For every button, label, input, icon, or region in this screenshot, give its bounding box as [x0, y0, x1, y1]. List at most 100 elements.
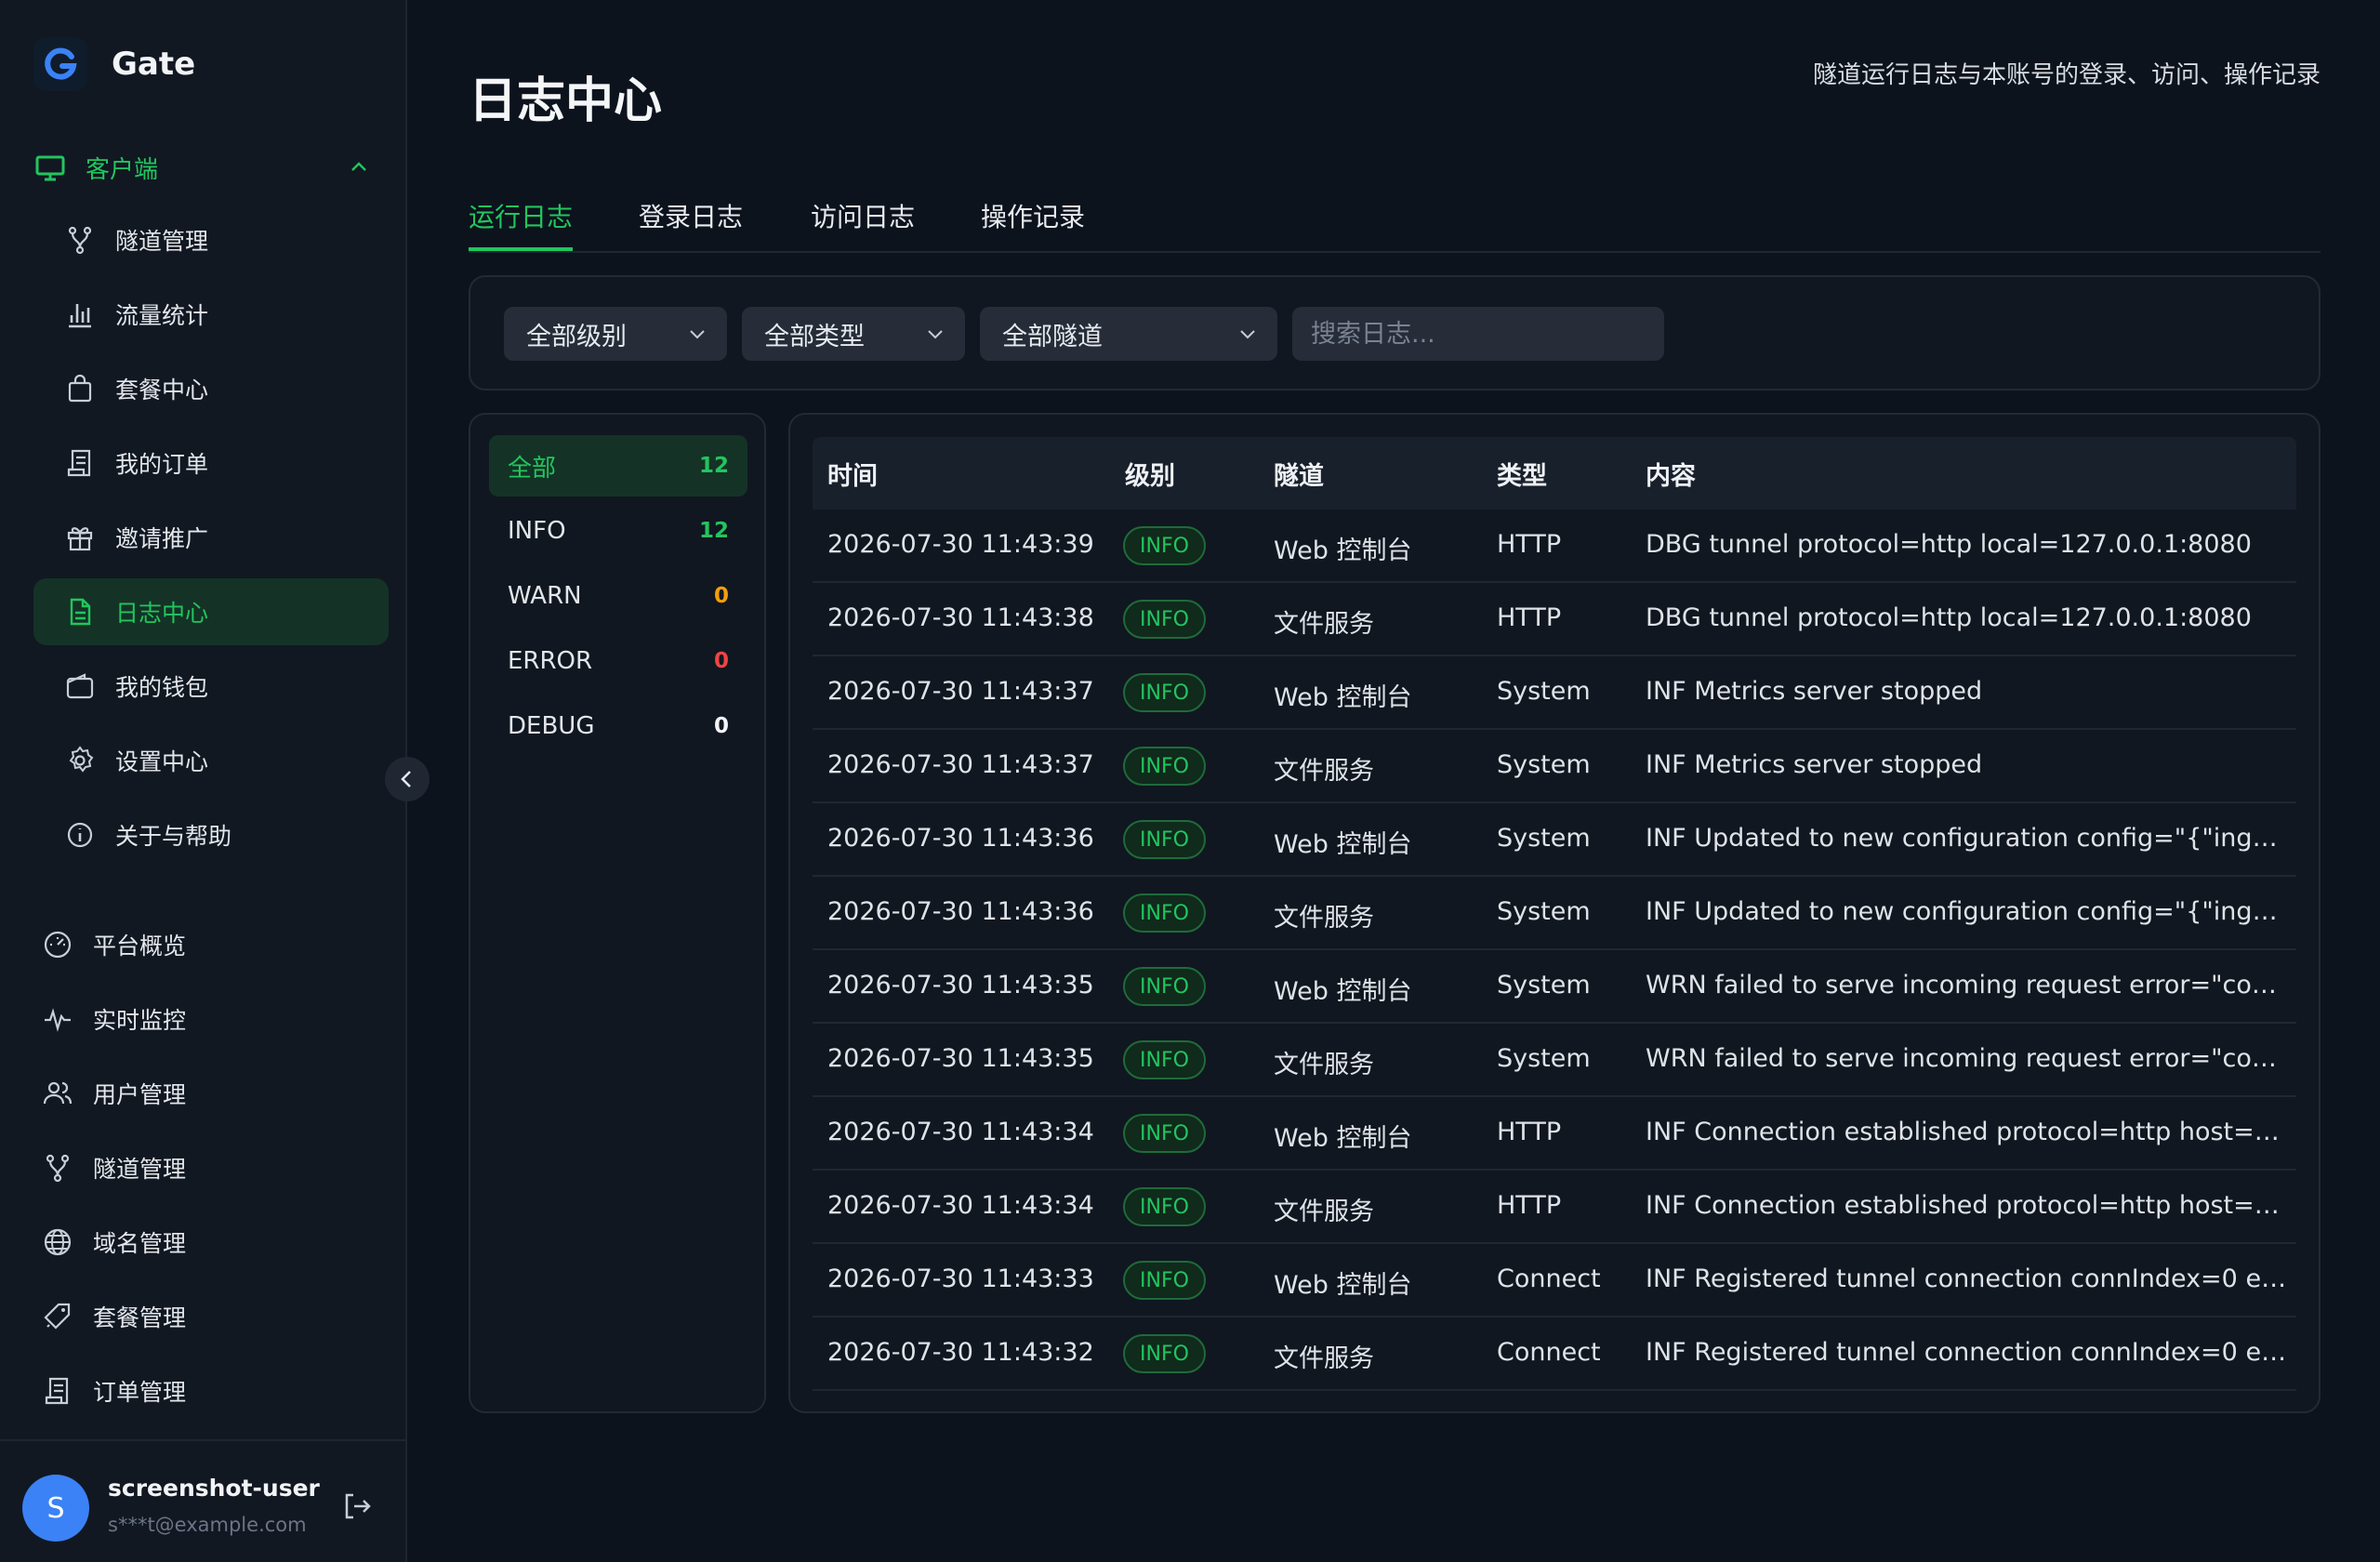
cell-time: 2026-07-30 11:43:35	[827, 971, 1094, 999]
admin-item-5[interactable]: 套餐管理	[33, 1283, 389, 1350]
table-row[interactable]: 2026-07-30 11:43:33 INFO Web 控制台 Connect INF…	[813, 1244, 2296, 1317]
header-time: 时间	[827, 462, 878, 491]
table-row[interactable]: 2026-07-30 11:43:34 INFO 文件服务 HTTP INF Conne…	[813, 1171, 2296, 1244]
table-row[interactable]: 2026-07-30 11:43:37 INFO 文件服务 System INF Met…	[813, 730, 2296, 803]
cell-tunnel: 文件服务	[1274, 610, 1374, 639]
level-filter-warn[interactable]: WARN 0	[489, 565, 747, 627]
table-row[interactable]: 2026-07-30 11:43:35 INFO Web 控制台 System WRN …	[813, 950, 2296, 1024]
cell-content: INF Registered tunnel connection connInd…	[1646, 1338, 2287, 1367]
admin-item-label: 平台概览	[93, 933, 187, 960]
level-filter-debug[interactable]: DEBUG 0	[489, 695, 747, 757]
table-row[interactable]: 2026-07-30 11:43:35 INFO 文件服务 System WRN fai…	[813, 1024, 2296, 1097]
cell-time: 2026-07-30 11:43:34	[827, 1118, 1094, 1146]
cell-content: DBG tunnel protocol=http local=127.0.0.1…	[1646, 603, 2252, 632]
tab-login-logs[interactable]: 登录日志	[639, 197, 743, 251]
gift-icon	[63, 521, 97, 554]
cell-tunnel: 文件服务	[1274, 1198, 1374, 1226]
sidebar-item-label: 设置中心	[115, 748, 209, 775]
table-row[interactable]: 2026-07-30 11:43:34 INFO Web 控制台 HTTP INF Co…	[813, 1097, 2296, 1171]
table-row[interactable]: 2026-07-30 11:43:32 INFO 文件服务 Connect INF Re…	[813, 1317, 2296, 1391]
level-filter-全部[interactable]: 全部 12	[489, 435, 747, 496]
table-row[interactable]: 2026-07-30 11:43:39 INFO Web 控制台 HTTP DBG tu…	[813, 510, 2296, 583]
chevron-up-icon	[348, 156, 370, 185]
level-select[interactable]: 全部级别	[504, 307, 727, 361]
admin-item-6[interactable]: 订单管理	[33, 1357, 389, 1424]
level-badge: INFO	[1123, 673, 1206, 712]
level-badge: INFO	[1123, 747, 1206, 786]
log-table: 时间 级别 隧道 类型 内容 2026-07-30 11:43:39 INFO We…	[788, 413, 2320, 1413]
table-row[interactable]: 2026-07-30 11:43:36 INFO Web 控制台 System INF …	[813, 803, 2296, 877]
sidebar-item-label: 隧道管理	[115, 228, 209, 255]
sidebar-item-8[interactable]: 关于与帮助	[33, 801, 389, 868]
gauge-icon	[41, 928, 74, 961]
admin-item-1[interactable]: 实时监控	[33, 986, 389, 1052]
table-row[interactable]: 2026-07-30 11:43:36 INFO 文件服务 System INF Upd…	[813, 877, 2296, 950]
level-filter-error[interactable]: ERROR 0	[489, 630, 747, 692]
fork-icon	[63, 223, 97, 257]
table-row[interactable]: 2026-07-30 11:43:37 INFO Web 控制台 System INF …	[813, 656, 2296, 730]
cell-type: HTTP	[1497, 1191, 1562, 1220]
sidebar-item-6[interactable]: 我的钱包	[33, 653, 389, 720]
search-input[interactable]	[1292, 307, 1664, 361]
level-select-value: 全部级别	[526, 322, 627, 351]
cell-time: 2026-07-30 11:43:38	[827, 603, 1094, 632]
logout-button[interactable]	[340, 1489, 374, 1527]
nav-group-client[interactable]: 客户端	[33, 139, 389, 195]
cell-tunnel: 文件服务	[1274, 1344, 1374, 1373]
avatar[interactable]: S	[22, 1475, 89, 1542]
level-badge: INFO	[1123, 1187, 1206, 1226]
document-icon	[63, 595, 97, 629]
cell-time: 2026-07-30 11:43:36	[827, 824, 1094, 853]
user-profile: S screenshot-user s***t@example.com	[0, 1439, 407, 1562]
sidebar-item-1[interactable]: 流量统计	[33, 281, 389, 348]
level-filter-label: WARN	[508, 582, 582, 610]
cell-type: Connect	[1497, 1338, 1601, 1367]
sidebar-item-7[interactable]: 设置中心	[33, 727, 389, 794]
sidebar-item-5[interactable]: 日志中心	[33, 578, 389, 645]
admin-item-4[interactable]: 域名管理	[33, 1209, 389, 1276]
admin-item-3[interactable]: 隧道管理	[33, 1134, 389, 1201]
cell-content: INF Updated to new configuration config=…	[1646, 897, 2287, 926]
admin-item-2[interactable]: 用户管理	[33, 1060, 389, 1127]
app-logo[interactable]: Gate	[33, 37, 195, 91]
sidebar-item-2[interactable]: 套餐中心	[33, 355, 389, 422]
tag-icon	[41, 1300, 74, 1333]
collapse-sidebar-button[interactable]	[385, 757, 430, 801]
receipt-icon	[41, 1374, 74, 1408]
level-badge: INFO	[1123, 967, 1206, 1006]
level-badge: INFO	[1123, 526, 1206, 565]
sidebar-item-3[interactable]: 我的订单	[33, 430, 389, 496]
cell-tunnel: 文件服务	[1274, 1051, 1374, 1079]
cell-tunnel: Web 控制台	[1274, 830, 1412, 859]
fork-icon	[41, 1151, 74, 1185]
admin-item-0[interactable]: 平台概览	[33, 911, 389, 978]
cell-type: System	[1497, 971, 1591, 999]
cell-time: 2026-07-30 11:43:36	[827, 897, 1094, 926]
sidebar-item-label: 流量统计	[115, 302, 209, 329]
cell-content: DBG tunnel protocol=http local=127.0.0.1…	[1646, 530, 2252, 559]
page-subtitle: 隧道运行日志与本账号的登录、访问、操作记录	[1812, 61, 2320, 89]
gate-logo-icon	[33, 37, 87, 91]
sidebar-item-0[interactable]: 隧道管理	[33, 206, 389, 273]
type-select[interactable]: 全部类型	[742, 307, 965, 361]
level-filter-info[interactable]: INFO 12	[489, 500, 747, 562]
table-row[interactable]: 2026-07-30 11:43:38 INFO 文件服务 HTTP DBG tunne…	[813, 583, 2296, 656]
cell-content: INF Registered tunnel connection connInd…	[1646, 1264, 2287, 1293]
bag-icon	[63, 372, 97, 405]
sidebar-item-label: 邀请推广	[115, 525, 209, 552]
cell-type: System	[1497, 677, 1591, 706]
level-filter-count: 0	[713, 714, 729, 738]
cell-content: WRN failed to serve incoming request err…	[1646, 1044, 2287, 1073]
tunnel-select-value: 全部隧道	[1002, 322, 1103, 351]
chevron-left-icon	[401, 771, 411, 788]
cell-content: INF Connection established protocol=http…	[1646, 1191, 2287, 1220]
tab-access-logs[interactable]: 访问日志	[811, 197, 915, 251]
sidebar-item-4[interactable]: 邀请推广	[33, 504, 389, 571]
log-tabs: 运行日志 登录日志 访问日志 操作记录	[469, 186, 2320, 253]
header-level: 级别	[1125, 462, 1175, 491]
tab-run-logs[interactable]: 运行日志	[469, 197, 574, 251]
cell-tunnel: 文件服务	[1274, 904, 1374, 933]
tunnel-select[interactable]: 全部隧道	[980, 307, 1277, 361]
tab-operation-records[interactable]: 操作记录	[981, 197, 1085, 251]
logout-icon	[345, 1493, 371, 1519]
